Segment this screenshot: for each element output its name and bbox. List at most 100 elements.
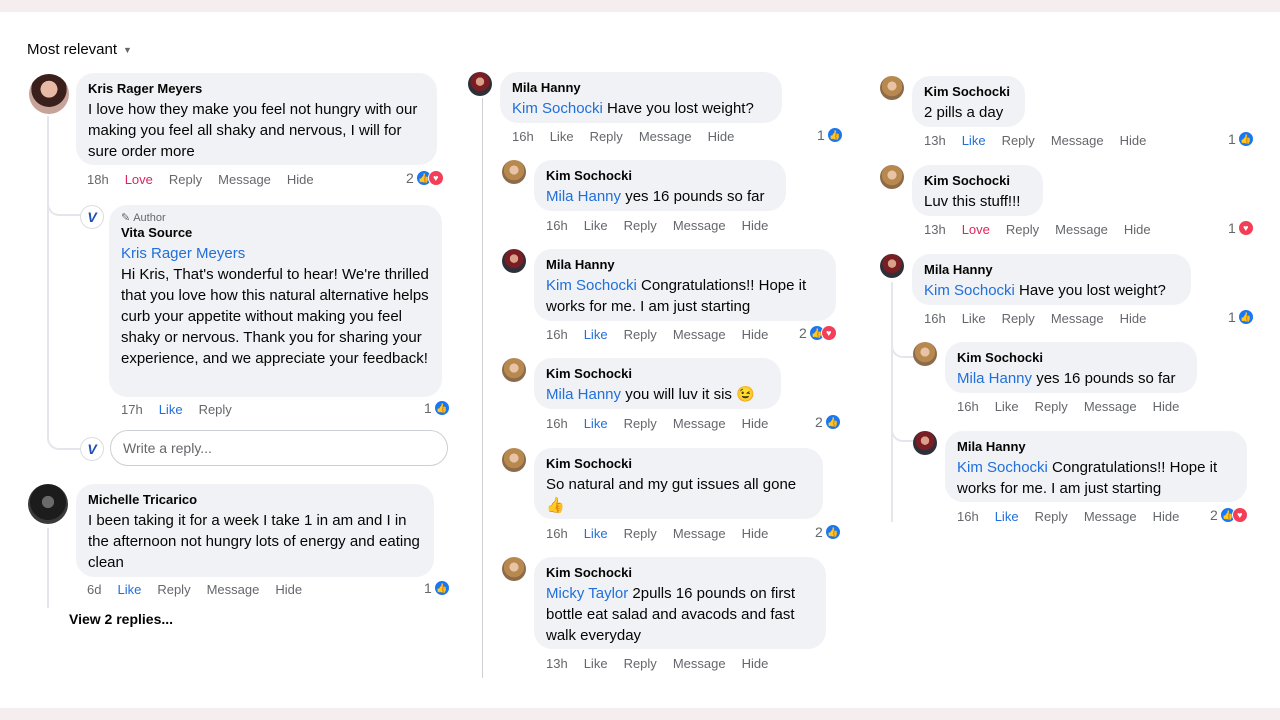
hide-button[interactable]: Hide [708, 129, 735, 144]
message-button[interactable]: Message [673, 656, 726, 671]
timestamp[interactable]: 16h [957, 509, 979, 524]
message-button[interactable]: Message [218, 172, 271, 187]
commenter-name[interactable]: Kim Sochocki [546, 456, 811, 472]
hide-button[interactable]: Hide [1153, 399, 1180, 414]
like-button[interactable]: Like [995, 509, 1019, 524]
love-button[interactable]: Love [962, 222, 990, 237]
reply-button[interactable]: Reply [1002, 133, 1035, 148]
like-button[interactable]: Like [117, 582, 141, 597]
avatar[interactable] [502, 557, 526, 581]
mention-link[interactable]: Kim Sochocki [924, 282, 1015, 299]
like-button[interactable]: Like [962, 133, 986, 148]
commenter-name[interactable]: Mila Hanny [957, 439, 1235, 455]
hide-button[interactable]: Hide [742, 416, 769, 431]
hide-button[interactable]: Hide [287, 172, 314, 187]
mention-link[interactable]: Kim Sochocki [546, 277, 637, 294]
reply-button[interactable]: Reply [624, 416, 657, 431]
mention-link[interactable]: Mila Hanny [957, 370, 1032, 387]
hide-button[interactable]: Hide [1124, 222, 1151, 237]
reply-button[interactable]: Reply [624, 656, 657, 671]
commenter-name[interactable]: Mila Hanny [924, 262, 1179, 278]
timestamp[interactable]: 16h [957, 399, 979, 414]
mention-link[interactable]: Micky Taylor [546, 585, 628, 602]
message-button[interactable]: Message [673, 218, 726, 233]
reply-button[interactable]: Reply [624, 218, 657, 233]
reply-button[interactable]: Reply [199, 402, 232, 417]
message-button[interactable]: Message [673, 327, 726, 342]
commenter-name[interactable]: Michelle Tricarico [88, 492, 422, 508]
commenter-name[interactable]: Vita Source [121, 225, 430, 241]
like-button[interactable]: Like [995, 399, 1019, 414]
message-button[interactable]: Message [673, 526, 726, 541]
avatar[interactable] [502, 249, 526, 273]
timestamp[interactable]: 13h [924, 133, 946, 148]
reaction-count[interactable]: 2 👍 [815, 414, 841, 430]
reply-button[interactable]: Reply [1035, 509, 1068, 524]
commenter-name[interactable]: Mila Hanny [546, 257, 824, 273]
reaction-count[interactable]: 1 👍 [1228, 309, 1254, 325]
message-button[interactable]: Message [1084, 509, 1137, 524]
commenter-name[interactable]: Mila Hanny [512, 80, 770, 96]
reply-button[interactable]: Reply [169, 172, 202, 187]
reaction-count[interactable]: 2 👍 [815, 524, 841, 540]
avatar[interactable] [880, 254, 904, 278]
hide-button[interactable]: Hide [742, 656, 769, 671]
message-button[interactable]: Message [1084, 399, 1137, 414]
message-button[interactable]: Message [1051, 133, 1104, 148]
timestamp[interactable]: 16h [546, 416, 568, 431]
reply-button[interactable]: Reply [1006, 222, 1039, 237]
message-button[interactable]: Message [1055, 222, 1108, 237]
avatar[interactable] [502, 448, 526, 472]
reaction-count[interactable]: 1 👍 [424, 580, 450, 596]
timestamp[interactable]: 13h [924, 222, 946, 237]
avatar[interactable] [468, 72, 492, 96]
message-button[interactable]: Message [1051, 311, 1104, 326]
like-button[interactable]: Like [584, 416, 608, 431]
reaction-count[interactable]: 2 👍 ♥ [406, 170, 444, 186]
commenter-name[interactable]: Kim Sochocki [546, 565, 814, 581]
avatar[interactable] [29, 74, 69, 114]
timestamp[interactable]: 6d [87, 582, 101, 597]
like-button[interactable]: Like [584, 327, 608, 342]
commenter-name[interactable]: Kim Sochocki [924, 84, 1013, 100]
mention-link[interactable]: Mila Hanny [546, 386, 621, 403]
mention-link[interactable]: Kim Sochocki [512, 100, 603, 117]
avatar[interactable] [502, 358, 526, 382]
commenter-name[interactable]: Kim Sochocki [546, 366, 769, 382]
mention-link[interactable]: Kim Sochocki [957, 459, 1048, 476]
reply-button[interactable]: Reply [590, 129, 623, 144]
avatar[interactable] [880, 76, 904, 100]
message-button[interactable]: Message [207, 582, 260, 597]
timestamp[interactable]: 16h [546, 218, 568, 233]
avatar[interactable] [502, 160, 526, 184]
timestamp[interactable]: 17h [121, 402, 143, 417]
reply-button[interactable]: Reply [1002, 311, 1035, 326]
reaction-count[interactable]: 1 ♥ [1228, 220, 1254, 236]
like-button[interactable]: Like [584, 526, 608, 541]
timestamp[interactable]: 18h [87, 172, 109, 187]
commenter-name[interactable]: Kim Sochocki [924, 173, 1031, 189]
view-replies-link[interactable]: View 2 replies... [69, 611, 173, 627]
commenter-name[interactable]: Kris Rager Meyers [88, 81, 425, 97]
reaction-count[interactable]: 2 👍 ♥ [1210, 507, 1248, 523]
message-button[interactable]: Message [673, 416, 726, 431]
timestamp[interactable]: 13h [546, 656, 568, 671]
reaction-count[interactable]: 2 👍 ♥ [799, 325, 837, 341]
hide-button[interactable]: Hide [742, 327, 769, 342]
mention-link[interactable]: Kris Rager Meyers [121, 245, 245, 262]
hide-button[interactable]: Hide [742, 218, 769, 233]
message-button[interactable]: Message [639, 129, 692, 144]
hide-button[interactable]: Hide [742, 526, 769, 541]
like-button[interactable]: Like [550, 129, 574, 144]
reaction-count[interactable]: 1 👍 [424, 400, 450, 416]
reaction-count[interactable]: 1 👍 [1228, 131, 1254, 147]
avatar[interactable] [913, 431, 937, 455]
like-button[interactable]: Like [962, 311, 986, 326]
reaction-count[interactable]: 1 👍 [817, 127, 843, 143]
commenter-name[interactable]: Kim Sochocki [546, 168, 774, 184]
hide-button[interactable]: Hide [1120, 311, 1147, 326]
mention-link[interactable]: Mila Hanny [546, 188, 621, 205]
hide-button[interactable]: Hide [1153, 509, 1180, 524]
like-button[interactable]: Like [159, 402, 183, 417]
timestamp[interactable]: 16h [512, 129, 534, 144]
